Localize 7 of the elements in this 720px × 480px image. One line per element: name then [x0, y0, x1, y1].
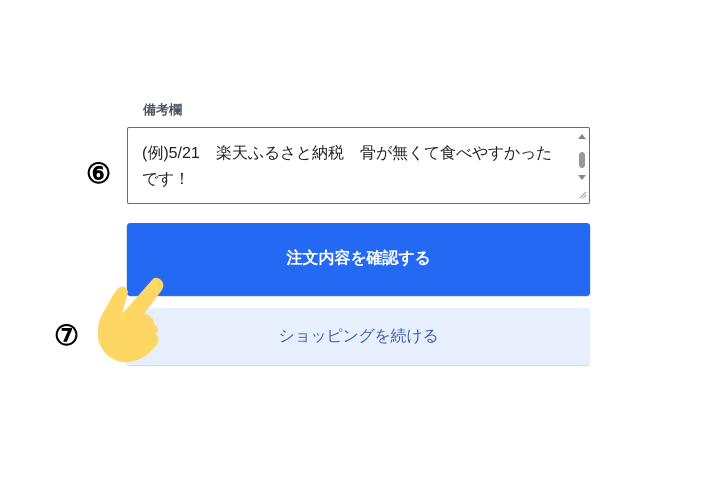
continue-shopping-button[interactable]: ショッピングを続ける — [127, 308, 590, 365]
confirm-order-button[interactable]: 注文内容を確認する — [127, 223, 590, 295]
step-number: ⑥ — [86, 158, 111, 192]
remarks-field[interactable]: (例)5/21 楽天ふるさと納税 骨が無くて食べやすかったです！ — [127, 127, 590, 204]
scrollbar-icon — [577, 132, 587, 200]
step-number: ⑦ — [54, 320, 79, 354]
field-label: 備考欄 — [143, 101, 183, 119]
